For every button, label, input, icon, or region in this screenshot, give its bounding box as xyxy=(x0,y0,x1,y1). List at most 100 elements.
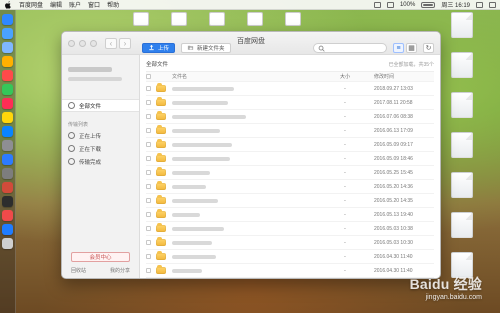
file-row[interactable]: - 2016.05.20 14:36 xyxy=(146,180,434,194)
file-row[interactable]: - 2016.05.03 10:30 xyxy=(146,236,434,250)
file-row[interactable]: - 2016.07.06 08:38 xyxy=(146,110,434,124)
file-row[interactable]: - 2016.05.09 09:17 xyxy=(146,138,434,152)
dock-app-other-icon[interactable] xyxy=(2,168,13,179)
dock-app-settings-icon[interactable] xyxy=(2,140,13,151)
column-header-modified[interactable]: 修改时间 xyxy=(374,73,434,80)
desktop-file-icon[interactable] xyxy=(451,12,473,38)
loaded-count: 已全部加载，共35个 xyxy=(388,61,434,68)
file-row[interactable]: - 2016.05.13 19:40 xyxy=(146,208,434,222)
volume-icon[interactable] xyxy=(386,1,394,8)
file-row[interactable]: - 2016.05.09 18:46 xyxy=(146,152,434,166)
file-row[interactable]: - 2018.09.27 13:03 xyxy=(146,82,434,96)
dock-app-photos-icon[interactable] xyxy=(2,56,13,67)
dock-app-mail-icon[interactable] xyxy=(2,42,13,53)
row-checkbox[interactable] xyxy=(146,212,151,217)
column-header-name[interactable]: 文件名 xyxy=(172,73,316,80)
back-button[interactable]: ‹ xyxy=(105,37,117,49)
clock[interactable]: 周三 16:19 xyxy=(441,0,470,9)
minimize-window-icon[interactable] xyxy=(79,39,86,47)
my-share-link[interactable]: 我的分享 xyxy=(110,267,130,274)
desktop-file-icon[interactable] xyxy=(285,12,301,26)
row-size: - xyxy=(344,127,346,134)
column-header-size[interactable]: 大小 xyxy=(316,73,374,80)
new-folder-icon xyxy=(187,44,194,53)
new-folder-button[interactable]: 新建文件夹 xyxy=(181,43,231,53)
desktop-file-icon[interactable] xyxy=(451,212,473,238)
sidebar-item-uploading[interactable]: 正在上传 xyxy=(62,129,139,142)
forward-button[interactable]: › xyxy=(119,37,131,49)
file-row[interactable]: - 2016.06.13 17:09 xyxy=(146,124,434,138)
list-view-icon: ≡ xyxy=(396,44,401,52)
file-row[interactable]: - 2017.08.11 20:58 xyxy=(146,96,434,110)
desktop-file-icon[interactable] xyxy=(133,12,149,26)
dock-app-calendar-icon[interactable] xyxy=(2,70,13,81)
dock-app-messages-icon[interactable] xyxy=(2,84,13,95)
row-checkbox[interactable] xyxy=(146,156,151,161)
file-row[interactable]: - 2016.05.25 15:45 xyxy=(146,166,434,180)
close-window-icon[interactable] xyxy=(68,39,75,47)
dock-app-other-icon-5[interactable] xyxy=(2,224,13,235)
desktop-file-icon[interactable] xyxy=(451,172,473,198)
dock-app-music-icon[interactable] xyxy=(2,98,13,109)
row-checkbox[interactable] xyxy=(146,226,151,231)
row-checkbox[interactable] xyxy=(146,254,151,259)
row-checkbox[interactable] xyxy=(146,268,151,273)
file-row[interactable]: - 2016.04.30 11:40 xyxy=(146,264,434,278)
grid-view-button[interactable]: ▦ xyxy=(406,43,417,53)
menubar-item-account[interactable]: 账户 xyxy=(69,0,81,9)
menubar-item-edit[interactable]: 编辑 xyxy=(50,0,62,9)
dock-app-other-icon-2[interactable] xyxy=(2,182,13,193)
dock-app-other-icon-4[interactable] xyxy=(2,210,13,221)
battery-percent: 100% xyxy=(399,1,416,8)
dock-app-appstore-icon[interactable] xyxy=(2,126,13,137)
dock-app-finder-icon[interactable] xyxy=(2,14,13,25)
battery-icon[interactable] xyxy=(421,1,436,8)
dock-app-trash-icon[interactable] xyxy=(2,238,13,249)
row-checkbox[interactable] xyxy=(146,198,151,203)
row-checkbox[interactable] xyxy=(146,240,151,245)
select-all-checkbox[interactable] xyxy=(146,74,151,79)
dock-app-notes-icon[interactable] xyxy=(2,112,13,123)
member-center-button[interactable]: 会员中心 xyxy=(71,252,130,262)
menubar-app-name[interactable]: 百度网盘 xyxy=(19,0,43,9)
row-checkbox[interactable] xyxy=(146,170,151,175)
row-checkbox[interactable] xyxy=(146,128,151,133)
upload-button[interactable]: 上传 xyxy=(142,43,176,53)
menubar-item-help[interactable]: 帮助 xyxy=(107,0,119,9)
list-view-button[interactable]: ≡ xyxy=(393,43,404,53)
row-checkbox[interactable] xyxy=(146,184,151,189)
desktop-file-icon[interactable] xyxy=(171,12,187,26)
row-modified-time: 2016.05.09 09:17 xyxy=(374,141,413,148)
file-row[interactable]: - 2016.05.20 14:35 xyxy=(146,194,434,208)
refresh-button[interactable]: ↻ xyxy=(423,43,434,53)
row-checkbox[interactable] xyxy=(146,142,151,147)
breadcrumb-all-files[interactable]: 全部文件 xyxy=(146,60,168,68)
dock-app-safari-icon[interactable] xyxy=(2,28,13,39)
recycle-bin-link[interactable]: 回收站 xyxy=(71,267,86,274)
file-row[interactable]: - 2016.05.03 10:38 xyxy=(146,222,434,236)
desktop-file-icon[interactable] xyxy=(451,92,473,118)
desktop-file-icon[interactable] xyxy=(247,12,263,26)
desktop-file-icon[interactable] xyxy=(451,52,473,78)
notification-icon[interactable] xyxy=(489,1,496,8)
menubar-item-window[interactable]: 窗口 xyxy=(88,0,100,9)
sidebar-item-all-files[interactable]: 全部文件 xyxy=(62,99,139,112)
redacted-filename xyxy=(172,128,220,133)
desktop-file-icon[interactable] xyxy=(451,252,473,278)
dock-app-baidu-netdisk-icon[interactable] xyxy=(2,154,13,165)
row-checkbox[interactable] xyxy=(146,86,151,91)
desktop-file-icon[interactable] xyxy=(451,132,473,158)
sidebar-item-downloading[interactable]: 正在下载 xyxy=(62,142,139,155)
wifi-icon[interactable] xyxy=(373,1,381,8)
dock-app-other-icon-3[interactable] xyxy=(2,196,13,207)
row-checkbox[interactable] xyxy=(146,114,151,119)
row-checkbox[interactable] xyxy=(146,100,151,105)
apple-menu-icon[interactable] xyxy=(4,0,12,9)
upload-label: 上传 xyxy=(158,46,170,52)
search-input[interactable] xyxy=(328,45,382,51)
spotlight-icon[interactable] xyxy=(476,1,483,8)
sidebar-item-transfer-done[interactable]: 传输完成 xyxy=(62,155,139,168)
zoom-window-icon[interactable] xyxy=(90,39,97,47)
file-row[interactable]: - 2016.04.30 11:40 xyxy=(146,250,434,264)
desktop-file-icon[interactable] xyxy=(209,12,225,26)
